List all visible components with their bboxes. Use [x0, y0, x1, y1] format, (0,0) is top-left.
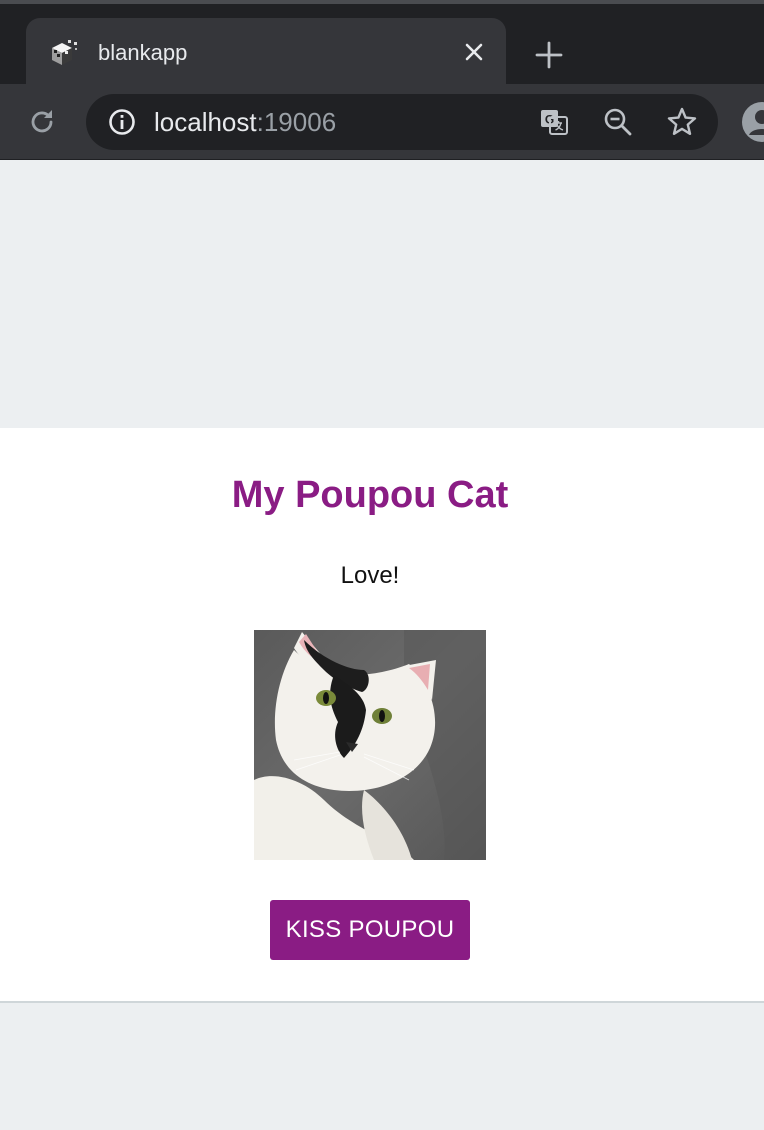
url-text[interactable]: localhost:19006 [154, 107, 336, 137]
page-viewport: My Poupou Cat Love! KISS POUPOU [0, 160, 764, 1130]
translate-icon[interactable]: G [538, 106, 570, 138]
info-icon[interactable] [108, 108, 136, 136]
subtitle-text: Love! [340, 562, 400, 589]
browser-toolbar: localhost:19006 G [0, 84, 764, 160]
kiss-poupou-button[interactable]: KISS POUPOU [270, 900, 470, 960]
url-host: localhost [154, 107, 257, 137]
reload-icon[interactable] [26, 106, 58, 138]
close-icon[interactable] [460, 38, 488, 66]
tab-title: blankapp [98, 40, 188, 65]
content-card: My Poupou Cat Love! KISS POUPOU [0, 428, 764, 1003]
app-favicon-icon [52, 40, 77, 65]
page-title: My Poupou Cat [231, 474, 509, 516]
browser-chrome: blankapp localhost:19006 G [0, 0, 764, 160]
star-icon[interactable] [666, 106, 698, 138]
cat-photo [254, 630, 486, 860]
browser-tab[interactable]: blankapp [26, 18, 506, 88]
url-port: :19006 [256, 107, 337, 137]
address-bar[interactable]: localhost:19006 G [86, 94, 718, 150]
zoom-out-icon[interactable] [602, 106, 634, 138]
plus-icon[interactable] [534, 40, 564, 70]
tab-strip: blankapp [0, 0, 764, 88]
profile-icon[interactable] [742, 102, 764, 142]
